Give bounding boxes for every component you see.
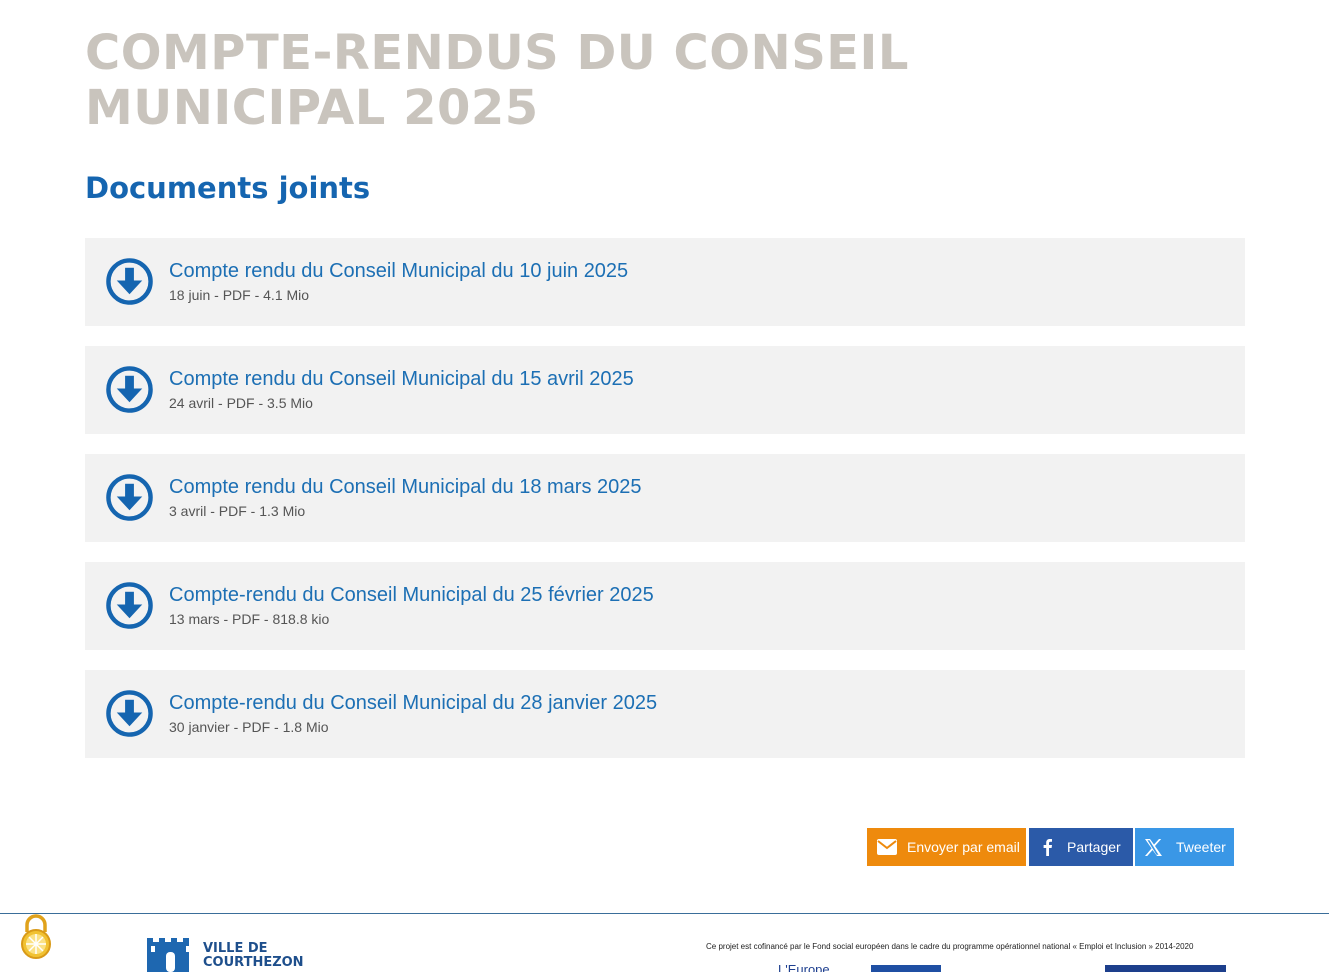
cofinance-notice: Ce projet est cofinancé par le Fond soci… (706, 942, 1194, 951)
europe-text: L'Europe (778, 962, 830, 972)
document-meta: 30 janvier - PDF - 1.8 Mio (169, 719, 329, 735)
logo-line-1: VILLE DE (203, 941, 268, 956)
document-item[interactable]: Compte rendu du Conseil Municipal du 18 … (85, 454, 1245, 542)
document-title-link[interactable]: Compte-rendu du Conseil Municipal du 28 … (169, 692, 657, 715)
x-logo-icon (1144, 838, 1162, 856)
share-email-label: Envoyer par email (907, 839, 1020, 855)
download-icon[interactable] (105, 257, 154, 306)
document-item[interactable]: Compte rendu du Conseil Municipal du 15 … (85, 346, 1245, 434)
footer-divider (0, 913, 1329, 914)
download-icon[interactable] (105, 581, 154, 630)
share-x-button[interactable]: Tweeter (1135, 828, 1234, 866)
document-meta: 24 avril - PDF - 3.5 Mio (169, 395, 313, 411)
download-icon[interactable] (105, 689, 154, 738)
document-item[interactable]: Compte rendu du Conseil Municipal du 10 … (85, 238, 1245, 326)
share-facebook-button[interactable]: Partager (1029, 828, 1133, 866)
section-title-documents: Documents joints (85, 171, 371, 205)
logo-line-2: COURTHEZON (203, 955, 304, 970)
page-title: COMPTE-RENDUS DU CONSEIL MUNICIPAL 2025 (85, 25, 909, 136)
partner-logo (1105, 965, 1226, 972)
document-meta: 13 mars - PDF - 818.8 kio (169, 611, 330, 627)
ville-de-courthezon-logo[interactable]: VILLE DE COURTHEZON (146, 934, 316, 972)
document-title-link[interactable]: Compte rendu du Conseil Municipal du 18 … (169, 476, 642, 499)
document-title-link[interactable]: Compte rendu du Conseil Municipal du 15 … (169, 368, 634, 391)
logo-text: VILLE DE COURTHEZON (203, 942, 304, 970)
document-title-link[interactable]: Compte rendu du Conseil Municipal du 10 … (169, 260, 628, 283)
document-meta: 3 avril - PDF - 1.3 Mio (169, 503, 306, 519)
share-facebook-label: Partager (1067, 839, 1121, 855)
download-icon[interactable] (105, 365, 154, 414)
share-email-button[interactable]: Envoyer par email (867, 828, 1026, 866)
document-title-link[interactable]: Compte-rendu du Conseil Municipal du 25 … (169, 584, 654, 607)
eu-flag-logo (871, 965, 941, 972)
document-meta: 18 juin - PDF - 4.1 Mio (169, 287, 310, 303)
document-item[interactable]: Compte-rendu du Conseil Municipal du 28 … (85, 670, 1245, 758)
cookie-consent-lock-icon[interactable] (18, 912, 54, 960)
documents-list: Compte rendu du Conseil Municipal du 10 … (85, 238, 1245, 778)
castle-shield-icon (147, 938, 190, 972)
document-item[interactable]: Compte-rendu du Conseil Municipal du 25 … (85, 562, 1245, 650)
download-icon[interactable] (105, 473, 154, 522)
facebook-icon (1042, 838, 1053, 856)
share-x-label: Tweeter (1176, 839, 1226, 855)
envelope-icon (877, 839, 897, 855)
